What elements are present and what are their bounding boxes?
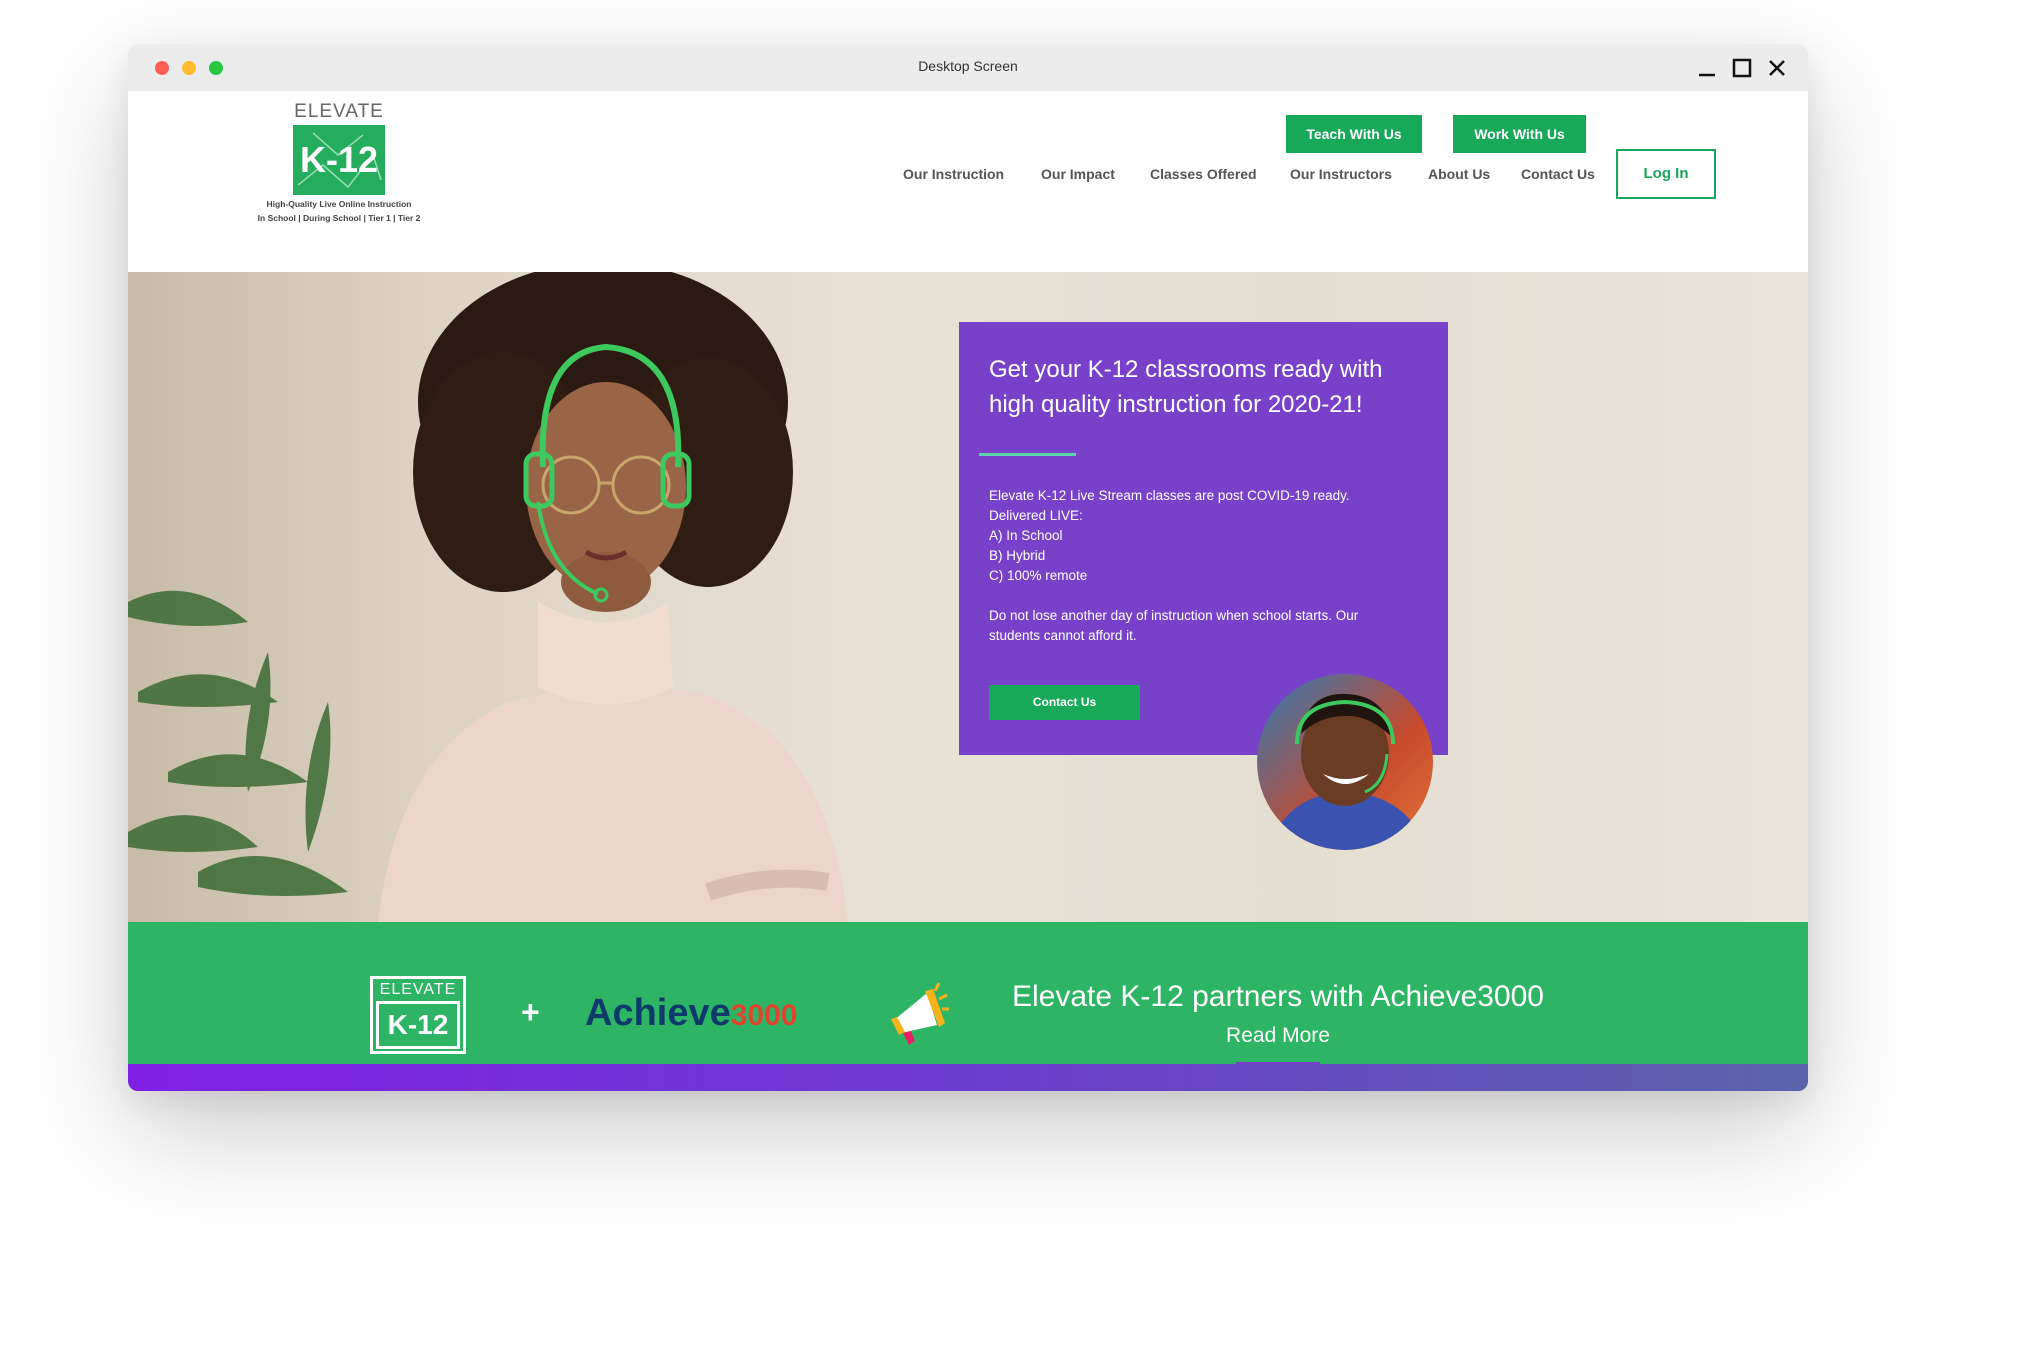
megaphone-icon	[891, 982, 949, 1045]
read-more-link[interactable]: Read More	[1218, 1024, 1338, 1048]
site-header: ELEVATE K-12 High-Quality Live Online In…	[128, 91, 1808, 272]
achieve-wordmark: Achieve	[585, 992, 731, 1034]
hero-contact-button[interactable]: Contact Us	[989, 685, 1140, 720]
window-title: Desktop Screen	[918, 58, 1018, 74]
teach-with-us-button[interactable]: Teach With Us	[1286, 115, 1422, 153]
login-button[interactable]: Log In	[1616, 149, 1716, 199]
title-bar: Desktop Screen	[128, 44, 1808, 91]
work-with-us-button[interactable]: Work With Us	[1453, 115, 1586, 153]
nav-contact-us[interactable]: Contact Us	[1521, 166, 1595, 182]
plus-sign: +	[521, 994, 540, 1030]
band-logo-mark: K-12	[376, 1001, 460, 1049]
hero-body-paragraph: Do not lose another day of instruction w…	[989, 608, 1359, 643]
logo-mark-text: K-12	[299, 139, 379, 180]
hero-body-line: Delivered LIVE:	[989, 508, 1083, 523]
hero-body-line: B) Hybrid	[989, 548, 1046, 563]
minimize-icon[interactable]	[1694, 55, 1720, 81]
browser-window: Desktop Screen ELEVATE K-12 High-Quality…	[128, 44, 1808, 1091]
band-logo-word: ELEVATE	[379, 981, 457, 998]
partner-headline: Elevate K-12 partners with Achieve3000	[1012, 980, 1544, 1013]
hero-body: Elevate K-12 Live Stream classes are pos…	[989, 486, 1409, 646]
logo-mark: K-12	[293, 125, 385, 195]
nav-our-instruction[interactable]: Our Instruction	[903, 166, 1004, 182]
hero-title: Get your K-12 classrooms ready with high…	[989, 356, 1383, 418]
hero-body-line: A) In School	[989, 528, 1063, 543]
hero-title-rule	[979, 453, 1076, 456]
nav-our-instructors[interactable]: Our Instructors	[1290, 166, 1392, 182]
achieve3000-logo: Achieve3000	[585, 992, 798, 1035]
student-photo	[1257, 674, 1433, 850]
nav-our-impact[interactable]: Our Impact	[1041, 166, 1115, 182]
footer-gradient-strip	[128, 1064, 1808, 1091]
nav-about-us[interactable]: About Us	[1428, 166, 1490, 182]
hero-body-line: C) 100% remote	[989, 568, 1088, 583]
maximize-icon[interactable]	[1729, 55, 1755, 81]
logo-tagline: High-Quality Live Online Instruction	[266, 199, 412, 209]
nav-classes-offered[interactable]: Classes Offered	[1150, 166, 1257, 182]
site-logo[interactable]: ELEVATE K-12 High-Quality Live Online In…	[249, 101, 429, 223]
hero-section: Get your K-12 classrooms ready with high…	[128, 272, 1808, 922]
close-icon[interactable]	[1764, 55, 1790, 81]
elevate-k12-logo: ELEVATE K-12	[370, 976, 466, 1054]
logo-tagline-sub: In School | During School | Tier 1 | Tie…	[257, 213, 421, 223]
achieve-number: 3000	[730, 999, 798, 1032]
hero-body-line: Elevate K-12 Live Stream classes are pos…	[989, 488, 1350, 503]
logo-word: ELEVATE	[294, 101, 384, 122]
